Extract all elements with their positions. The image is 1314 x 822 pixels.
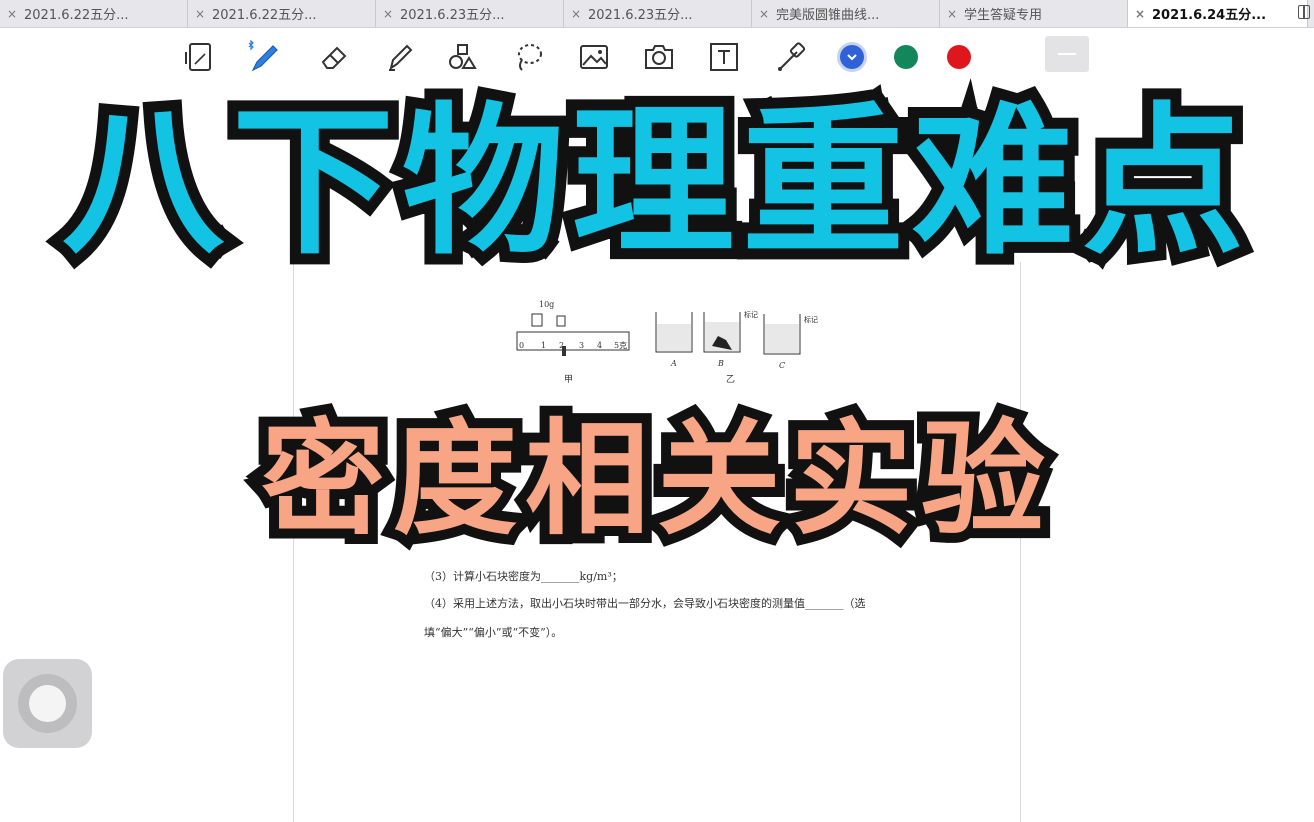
scale-tick: 1 — [541, 341, 546, 350]
highlighter-icon[interactable] — [380, 37, 420, 77]
sidebar-toggle-icon[interactable] — [1298, 5, 1310, 19]
tab-label: 2021.6.23五分... — [400, 8, 505, 23]
tab-label: 完美版圆锥曲线... — [776, 8, 880, 23]
mark-label: 标记 — [804, 315, 818, 324]
scale-tick: 0 — [519, 341, 524, 350]
tablet-icon[interactable] — [180, 37, 220, 77]
tab-label: 2021.6.24五分... — [1152, 8, 1267, 23]
close-tab-icon[interactable]: × — [188, 7, 212, 21]
color-green[interactable] — [894, 45, 918, 69]
close-tab-icon[interactable]: × — [752, 7, 776, 21]
question-line-4: （4）采用上述方法，取出小石块时带出一部分水，会导致小石块密度的测量值_____… — [424, 597, 866, 610]
lasso-icon[interactable] — [509, 37, 549, 77]
scale-tick: 5克 — [614, 341, 627, 350]
close-tab-icon[interactable]: × — [376, 7, 400, 21]
assistive-touch-button[interactable] — [3, 659, 92, 748]
tab-bar: × 2021.6.22五分... × 2021.6.22五分... × 2021.6.… — [0, 0, 1314, 28]
close-tab-icon[interactable]: × — [1128, 7, 1152, 21]
tab-label: 学生答疑专用 — [964, 8, 1043, 23]
close-tab-icon[interactable]: × — [940, 7, 964, 21]
figure-caption-right: 乙 — [726, 374, 735, 385]
tab-label: 2021.6.23五分... — [588, 8, 693, 23]
tab-4[interactable]: × 2021.6.23五分... — [564, 0, 752, 27]
sub-title: 密度相关实验 — [251, 398, 1055, 562]
camera-icon[interactable] — [639, 37, 679, 77]
eraser-icon[interactable] — [314, 37, 354, 77]
image-icon[interactable] — [574, 37, 614, 77]
color-blue-selected[interactable] — [840, 45, 864, 69]
main-title: 八下物理重难点 — [51, 78, 1255, 288]
textbox-icon[interactable] — [704, 37, 744, 77]
bluetooth-pen-icon[interactable] — [244, 37, 284, 77]
tab-1[interactable]: × 2021.6.22五分... — [0, 0, 188, 27]
tab-5[interactable]: × 完美版圆锥曲线... — [752, 0, 940, 27]
figure-caption-left: 甲 — [564, 374, 573, 385]
color-red[interactable] — [947, 45, 971, 69]
close-tab-icon[interactable]: × — [564, 7, 588, 21]
scale-tick: 2 — [559, 341, 564, 350]
tab-6[interactable]: × 学生答疑专用 — [940, 0, 1128, 27]
weight-label: 10g — [539, 300, 554, 309]
beaker-label: A — [670, 359, 677, 368]
tab-3[interactable]: × 2021.6.23五分... — [376, 0, 564, 27]
scale-tick: 4 — [597, 341, 602, 350]
tab-2[interactable]: × 2021.6.22五分... — [188, 0, 376, 27]
shapes-icon[interactable] — [443, 37, 483, 77]
tab-7-active[interactable]: × 2021.6.24五分... — [1128, 0, 1308, 27]
beaker-label: C — [779, 361, 785, 370]
mark-label: 标记 — [744, 310, 758, 319]
scale-tick: 3 — [579, 341, 584, 350]
minimize-toolbar-button[interactable] — [1045, 36, 1089, 72]
question-line-4-cont: 填“偏大”“偏小”或“不变”）。 — [424, 626, 563, 639]
tab-label: 2021.6.22五分... — [24, 8, 129, 23]
beaker-label: B — [717, 359, 724, 368]
tab-label: 2021.6.22五分... — [212, 8, 317, 23]
assistive-dot-icon — [29, 685, 66, 722]
drawing-toolbar — [0, 28, 1314, 86]
question-line-3: （3）计算小石块密度为_______kg/m³； — [424, 570, 623, 583]
laser-pointer-icon[interactable] — [770, 37, 810, 77]
experiment-figure: 10g 0 1 2 3 4 5克 甲 A B C 标记 标记 乙 — [516, 300, 818, 385]
close-tab-icon[interactable]: × — [0, 7, 24, 21]
chevron-down-icon — [847, 54, 857, 61]
